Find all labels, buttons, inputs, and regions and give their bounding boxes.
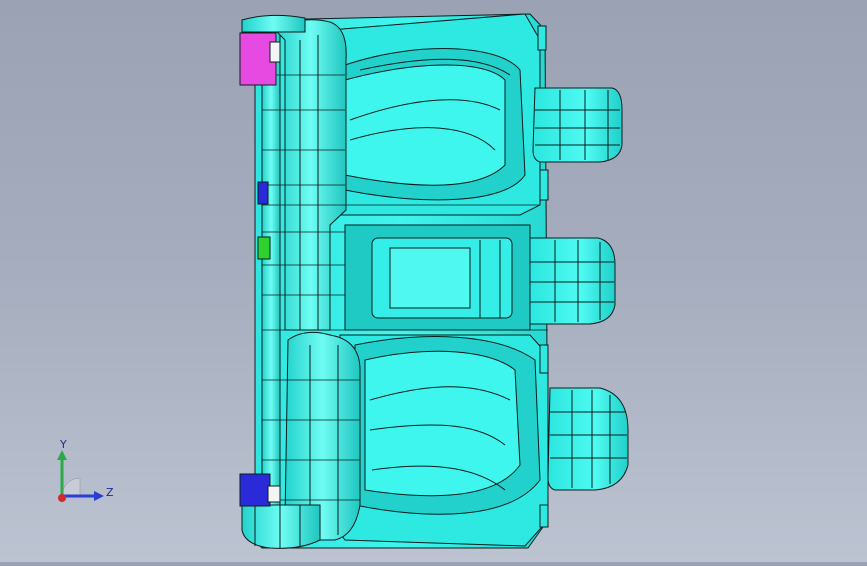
white-tab-top xyxy=(269,41,281,63)
middle-pocket xyxy=(344,224,531,331)
knob-bottom[interactable] xyxy=(547,387,629,491)
lower-channel xyxy=(354,336,541,515)
white-tab xyxy=(267,485,281,503)
green-part[interactable] xyxy=(257,236,271,260)
blue-part-bottom[interactable] xyxy=(239,473,271,507)
bottom-base xyxy=(241,504,321,549)
x-axis-icon xyxy=(58,494,66,502)
cad-model[interactable] xyxy=(0,0,867,562)
knob-top[interactable] xyxy=(532,87,623,163)
upper-channel xyxy=(344,48,526,201)
top-cap xyxy=(241,14,306,33)
x-axis-arc-icon xyxy=(61,477,81,497)
z-axis-label: Z xyxy=(106,486,114,499)
y-axis-label: Y xyxy=(60,438,67,451)
blue-part-mid[interactable] xyxy=(257,181,269,205)
knob-middle[interactable] xyxy=(529,237,616,325)
graphics-viewport[interactable]: Y Z xyxy=(0,0,867,562)
coordinate-triad: Y Z xyxy=(40,438,130,518)
